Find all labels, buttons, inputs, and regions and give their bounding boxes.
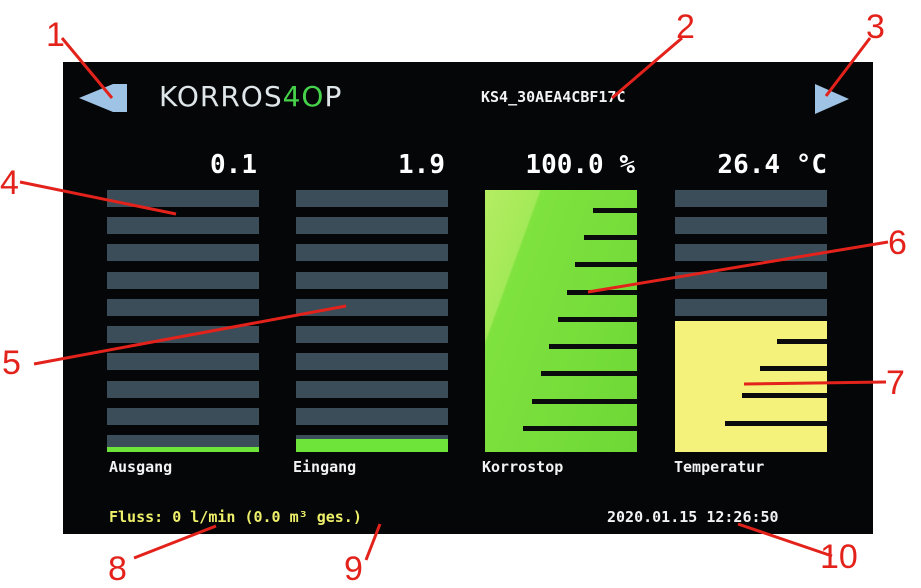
callout-1: 1: [46, 16, 65, 54]
callout-4: 4: [0, 164, 19, 202]
callout-2: 2: [676, 8, 695, 46]
callout-8: 8: [108, 550, 127, 588]
leader-4: [19, 180, 177, 216]
leader-6: [587, 240, 889, 294]
callout-5: 5: [2, 344, 21, 382]
callout-9: 9: [344, 550, 363, 588]
leader-2: [611, 36, 683, 100]
leader-1: [60, 37, 114, 99]
callout-10: 10: [820, 538, 858, 576]
callout-6: 6: [888, 224, 907, 262]
callout-7: 7: [886, 364, 905, 402]
leader-5: [33, 304, 347, 366]
callout-3: 3: [866, 8, 885, 46]
callout-leader-lines: [19, 36, 889, 561]
leader-3: [824, 37, 872, 97]
leader-7: [743, 380, 887, 386]
leader-9: [364, 523, 382, 561]
leader-8: [133, 524, 217, 560]
leader-10: [737, 522, 833, 558]
